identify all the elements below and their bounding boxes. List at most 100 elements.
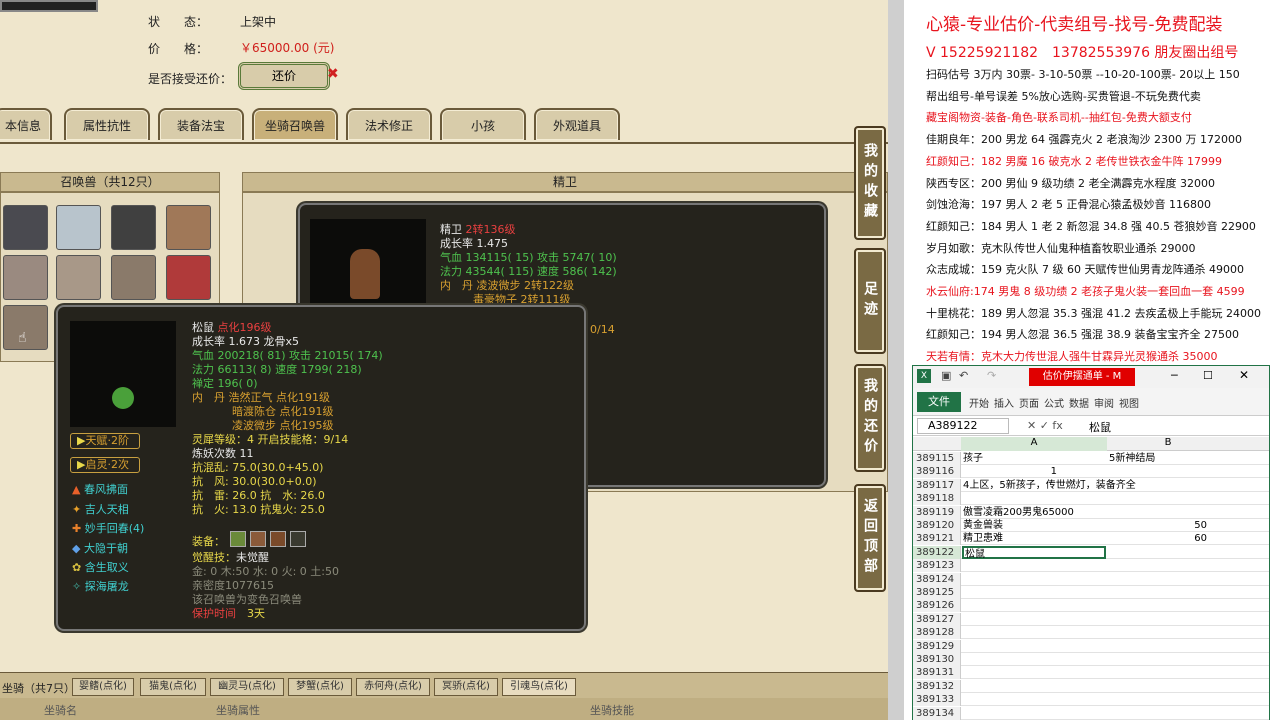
my-bargain-button[interactable]: 我的还价 [854, 364, 886, 472]
row-number[interactable]: 389115 [913, 452, 961, 465]
minimize-icon[interactable]: ─ [1171, 369, 1178, 382]
pet-slot[interactable] [166, 255, 211, 300]
intimacy: 亲密度1077615 [192, 579, 274, 592]
close-icon[interactable]: ✖ [327, 66, 339, 82]
tab-equipment[interactable]: 装备法宝 [158, 108, 244, 140]
ribbon-tab[interactable]: 视图 [1119, 395, 1139, 410]
ribbon-tab[interactable]: 公式 [1044, 395, 1064, 410]
cell-number[interactable]: 60 [1194, 532, 1207, 545]
row-number[interactable]: 389128 [913, 626, 961, 640]
pet-slot[interactable] [56, 255, 101, 300]
jingwei-line: 法力 43544( 115) 速度 586( 142) [440, 265, 617, 278]
my-favorites-button[interactable]: 我的收藏 [854, 126, 886, 240]
tab-basic[interactable]: 本信息 [0, 108, 52, 140]
cell-a[interactable]: 傲雪凌霜200男鬼65000 [963, 506, 1074, 519]
mount-tab[interactable]: 婴鳍(点化) [72, 678, 134, 696]
scrollbar[interactable] [888, 0, 904, 720]
pet-slot[interactable] [166, 205, 211, 250]
pet-slot[interactable] [3, 255, 48, 300]
tab-child[interactable]: 小孩 [440, 108, 526, 140]
bargain-button[interactable]: 还价 [238, 62, 330, 90]
tab-attributes[interactable]: 属性抗性 [64, 108, 150, 140]
color-note: 该召唤兽为变色召唤兽 [192, 593, 302, 606]
row-number[interactable]: 389121 [913, 532, 961, 546]
cell-b[interactable]: 5新神结局 [1109, 452, 1155, 465]
cell-a[interactable]: 4上区，5新孩子，传世燃灯，装备齐全 [963, 479, 1136, 492]
ribbon-tab[interactable]: 插入 [994, 395, 1014, 410]
pet-slot[interactable] [111, 255, 156, 300]
bargain-label: 是否接受还价： [148, 72, 233, 86]
equip-slot[interactable] [230, 531, 246, 547]
equip-slot[interactable] [270, 531, 286, 547]
cell-a[interactable]: 精卫患难 [963, 532, 1003, 545]
save-icon[interactable]: ▣ [941, 369, 951, 382]
jingwei-name: 精卫 [440, 223, 462, 236]
row-number[interactable]: 389127 [913, 612, 961, 626]
row-number[interactable]: 389119 [913, 505, 961, 519]
sheet-row: 389115 孩子 5新神结局 [913, 452, 1269, 465]
tab-spells[interactable]: 法术修正 [346, 108, 432, 140]
mount-tab[interactable]: 冥骄(点化) [434, 678, 498, 696]
row-number[interactable]: 389124 [913, 572, 961, 586]
row-number[interactable]: 389132 [913, 679, 961, 693]
formula-bar: A389122 ✕ ✓ fx 松鼠 [913, 416, 1269, 436]
detail-header: 精卫 [242, 172, 888, 192]
skill-label: 春风拂面 [83, 483, 128, 496]
ad-line: 藏宝阁物资-装备-角色-联系司机--抽红包-免费大额支付 [926, 111, 1192, 125]
ribbon-tab[interactable]: 数据 [1069, 395, 1089, 410]
pet-slot[interactable] [111, 205, 156, 250]
undo-icon[interactable]: ↶ [959, 369, 968, 382]
footprint-button[interactable]: 足迹 [854, 248, 886, 354]
tab-mounts-pets[interactable]: 坐骑召唤兽 [252, 108, 338, 140]
sheet-row: 389122 松鼠 [913, 545, 1269, 560]
col-b-header[interactable]: B [1109, 437, 1227, 448]
row-number[interactable]: 389123 [913, 559, 961, 573]
equip-slot[interactable] [290, 531, 306, 547]
close-window-icon[interactable]: ✕ [1239, 368, 1249, 382]
name-box[interactable]: A389122 [917, 418, 1009, 434]
file-tab[interactable]: 文件 [917, 392, 961, 412]
col-a-header[interactable]: A [961, 437, 1107, 451]
sheet-row: 389129 [913, 639, 1269, 653]
row-number[interactable]: 389129 [913, 639, 961, 653]
skill-item: ◆ 大隐于朝 [72, 542, 128, 555]
row-number[interactable]: 389133 [913, 693, 961, 707]
ribbon-tab[interactable]: 审阅 [1094, 395, 1114, 410]
pet-slot[interactable] [3, 205, 48, 250]
row-number[interactable]: 389134 [913, 706, 961, 720]
maximize-icon[interactable]: ☐ [1203, 369, 1213, 382]
tab-appearance[interactable]: 外观道具 [534, 108, 620, 140]
mount-tab[interactable]: 梦蟹(点化) [288, 678, 352, 696]
pet-slot[interactable] [56, 205, 101, 250]
equip-slot[interactable] [250, 531, 266, 547]
ad-line: 佳期良年：200 男龙 64 强霹克火 2 老浪淘沙 2300 万 172000 [926, 133, 1242, 147]
mount-tab[interactable]: 引魂鸟(点化) [502, 678, 576, 696]
row-number[interactable]: 389130 [913, 653, 961, 666]
row-number[interactable]: 389120 [913, 519, 961, 532]
cell-number[interactable]: 1 [1051, 465, 1057, 478]
mount-tab[interactable]: 猫鬼(点化) [140, 678, 206, 696]
cell-a[interactable]: 孩子 [963, 452, 983, 465]
row-number[interactable]: 389125 [913, 586, 961, 599]
status-value: 上架中 [240, 15, 277, 29]
formula-value[interactable]: 松鼠 [1089, 419, 1111, 435]
row-number[interactable]: 389126 [913, 599, 961, 613]
sheet-row: 389128 [913, 626, 1269, 640]
back-to-top-button[interactable]: 返回顶部 [854, 484, 886, 592]
row-number[interactable]: 389117 [913, 478, 961, 492]
ribbon-tab[interactable]: 开始 [969, 395, 989, 410]
row-number[interactable]: 389122 [913, 545, 961, 559]
cell-number[interactable]: 50 [1194, 519, 1207, 532]
redo-icon[interactable]: ↷ [987, 369, 996, 382]
row-number[interactable]: 389118 [913, 492, 961, 506]
sheet-row: 389120 黄金兽装 50 [913, 519, 1269, 532]
protect-value: 3天 [247, 607, 265, 620]
mount-tab[interactable]: 赤何舟(点化) [356, 678, 430, 696]
mount-tab[interactable]: 幽灵马(点化) [210, 678, 284, 696]
cell-a[interactable]: 黄金兽装 [963, 519, 1003, 532]
row-number[interactable]: 389116 [913, 465, 961, 479]
cell-a[interactable]: 松鼠 [962, 545, 1106, 560]
row-number[interactable]: 389131 [913, 666, 961, 680]
ribbon-tab[interactable]: 页面 [1019, 395, 1039, 410]
divider [0, 142, 888, 144]
